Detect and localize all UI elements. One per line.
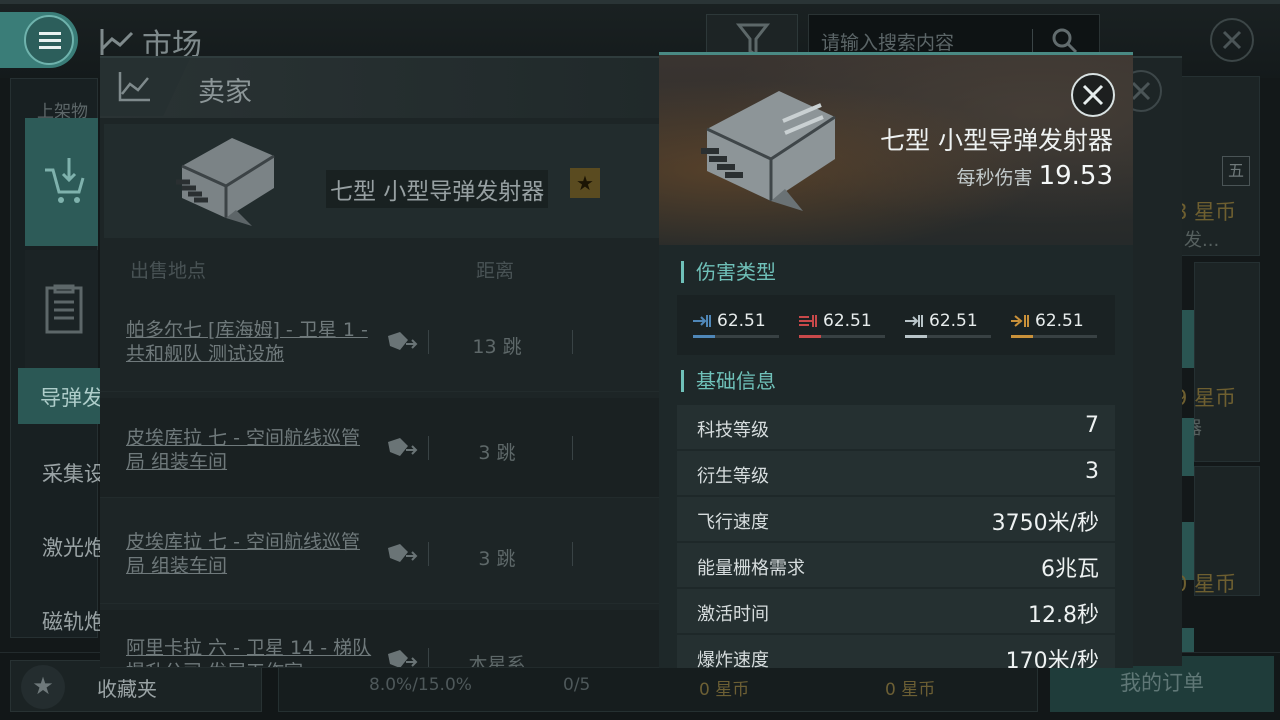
kinetic-damage-icon [905, 315, 923, 327]
damage-bar [1011, 335, 1033, 338]
chart-icon [100, 29, 134, 55]
menu-button[interactable] [0, 12, 78, 68]
stat-row-tech-level: 科技等级 7 [677, 405, 1115, 449]
station-link[interactable]: 帕多尔七 [库海姆] - 卫星 1 - 共和舰队 测试设施 [126, 318, 376, 366]
divider [572, 542, 573, 566]
category-item-laser[interactable]: 激光炮 [18, 532, 100, 562]
seller-header: 卖家 [100, 58, 660, 118]
close-icon [1222, 30, 1242, 50]
divider [1032, 29, 1033, 53]
ship-arrow-icon [388, 544, 418, 562]
stat-row-explosion-velocity: 爆炸速度 170米/秒 [677, 635, 1115, 668]
table-row[interactable]: 帕多尔七 [库海姆] - 卫星 1 - 共和舰队 测试设施 13 跳 [100, 292, 660, 392]
divider [428, 542, 429, 566]
ship-arrow-icon [388, 438, 418, 456]
order-count: 0/5 [563, 675, 591, 695]
basic-info-section-title: 基础信息 [681, 370, 776, 392]
damage-em: 62.51 [693, 311, 779, 341]
table-row[interactable]: 皮埃库拉 七 - 空间航线巡管局 组装车间 3 跳 [100, 398, 660, 498]
divider [428, 436, 429, 460]
damage-bar [799, 335, 821, 338]
distance-value: 3 跳 [478, 548, 516, 570]
category-item-missile[interactable]: 导弹发 [18, 368, 100, 424]
seller-icon-box [100, 58, 190, 116]
close-icon [1082, 84, 1104, 106]
em-damage-icon [693, 315, 711, 327]
tech-level-badge: 五 [1222, 156, 1250, 186]
distance-value: 3 跳 [478, 442, 516, 464]
side-tab-buy[interactable] [25, 118, 98, 246]
damage-types: 62.51 62.51 62.51 62.51 [677, 295, 1115, 355]
divider [428, 648, 429, 667]
table-row[interactable]: 皮埃库拉 七 - 空间航线巡管局 组装车间 3 跳 [100, 504, 660, 604]
column-header-location: 出售地点 [130, 260, 207, 282]
detail-item-name: 七型 小型导弹发射器 [880, 126, 1113, 155]
category-item-mining[interactable]: 采集设 [18, 458, 100, 488]
close-detail-button[interactable] [1071, 73, 1115, 117]
funds-1: 0 星币 [699, 680, 750, 700]
table-row[interactable]: 阿里卡拉 六 - 卫星 14 - 梯队提升公司 发展工作室 本星系 [100, 610, 660, 668]
ship-arrow-icon [388, 650, 418, 667]
damage-bar [693, 335, 715, 338]
dps-row: 每秒伤害 19.53 [957, 161, 1113, 191]
stat-row-meta-level: 衍生等级 3 [677, 451, 1115, 495]
divider [428, 330, 429, 354]
cart-download-icon [45, 158, 85, 203]
dps-value: 19.53 [1038, 161, 1113, 191]
station-link[interactable]: 阿里卡拉 六 - 卫星 14 - 梯队提升公司 发展工作室 [126, 636, 376, 667]
stat-row-flight-speed: 飞行速度 3750米/秒 [677, 497, 1115, 541]
damage-kinetic: 62.51 [905, 311, 991, 341]
star-icon: ★ [21, 665, 65, 709]
close-market-button[interactable] [1210, 18, 1254, 62]
divider [572, 436, 573, 460]
stat-row-powergrid: 能量栅格需求 6兆瓦 [677, 543, 1115, 587]
item-detail-popup: 七型 小型导弹发射器 每秒伤害 19.53 伤害类型 62.51 62.51 6… [659, 52, 1133, 668]
detail-hero: 七型 小型导弹发射器 每秒伤害 19.53 [659, 55, 1133, 245]
damage-section-title: 伤害类型 [681, 261, 776, 283]
divider [572, 330, 573, 354]
damage-explosive: 62.51 [1011, 311, 1097, 341]
stat-row-activation-time: 激活时间 12.8秒 [677, 589, 1115, 633]
funds-2: 0 星币 [885, 680, 936, 700]
grid-card[interactable] [1194, 262, 1260, 462]
seller-item-strip: 七型 小型导弹发射器 ★ [104, 124, 660, 238]
damage-thermal: 62.51 [799, 311, 885, 341]
favorite-star-icon[interactable]: ★ [570, 168, 600, 198]
damage-bar [905, 335, 927, 338]
seller-title: 卖家 [198, 77, 252, 108]
explosive-damage-icon [1011, 315, 1029, 327]
distance-value: 本星系 [468, 654, 526, 668]
distance-value: 13 跳 [472, 336, 522, 358]
column-header-distance: 距离 [476, 260, 515, 282]
missile-launcher-icon [701, 91, 836, 211]
hamburger-icon [24, 15, 74, 65]
station-link[interactable]: 皮埃库拉 七 - 空间航线巡管局 组装车间 [126, 426, 376, 474]
tax-rate: 8.0%/15.0% [369, 675, 472, 695]
ship-arrow-icon [388, 332, 418, 350]
thermal-damage-icon [799, 315, 817, 327]
station-link[interactable]: 皮埃库拉 七 - 空间航线巡管局 组装车间 [126, 530, 376, 578]
missile-launcher-icon [176, 138, 275, 226]
dps-label: 每秒伤害 [956, 167, 1033, 189]
category-item-railgun[interactable]: 磁轨炮 [18, 606, 100, 636]
search-icon[interactable] [1051, 27, 1079, 55]
side-tab-orders[interactable] [25, 250, 98, 370]
chart-icon [118, 72, 150, 102]
item-name: 七型 小型导弹发射器 [326, 170, 549, 208]
clipboard-icon [45, 284, 83, 334]
